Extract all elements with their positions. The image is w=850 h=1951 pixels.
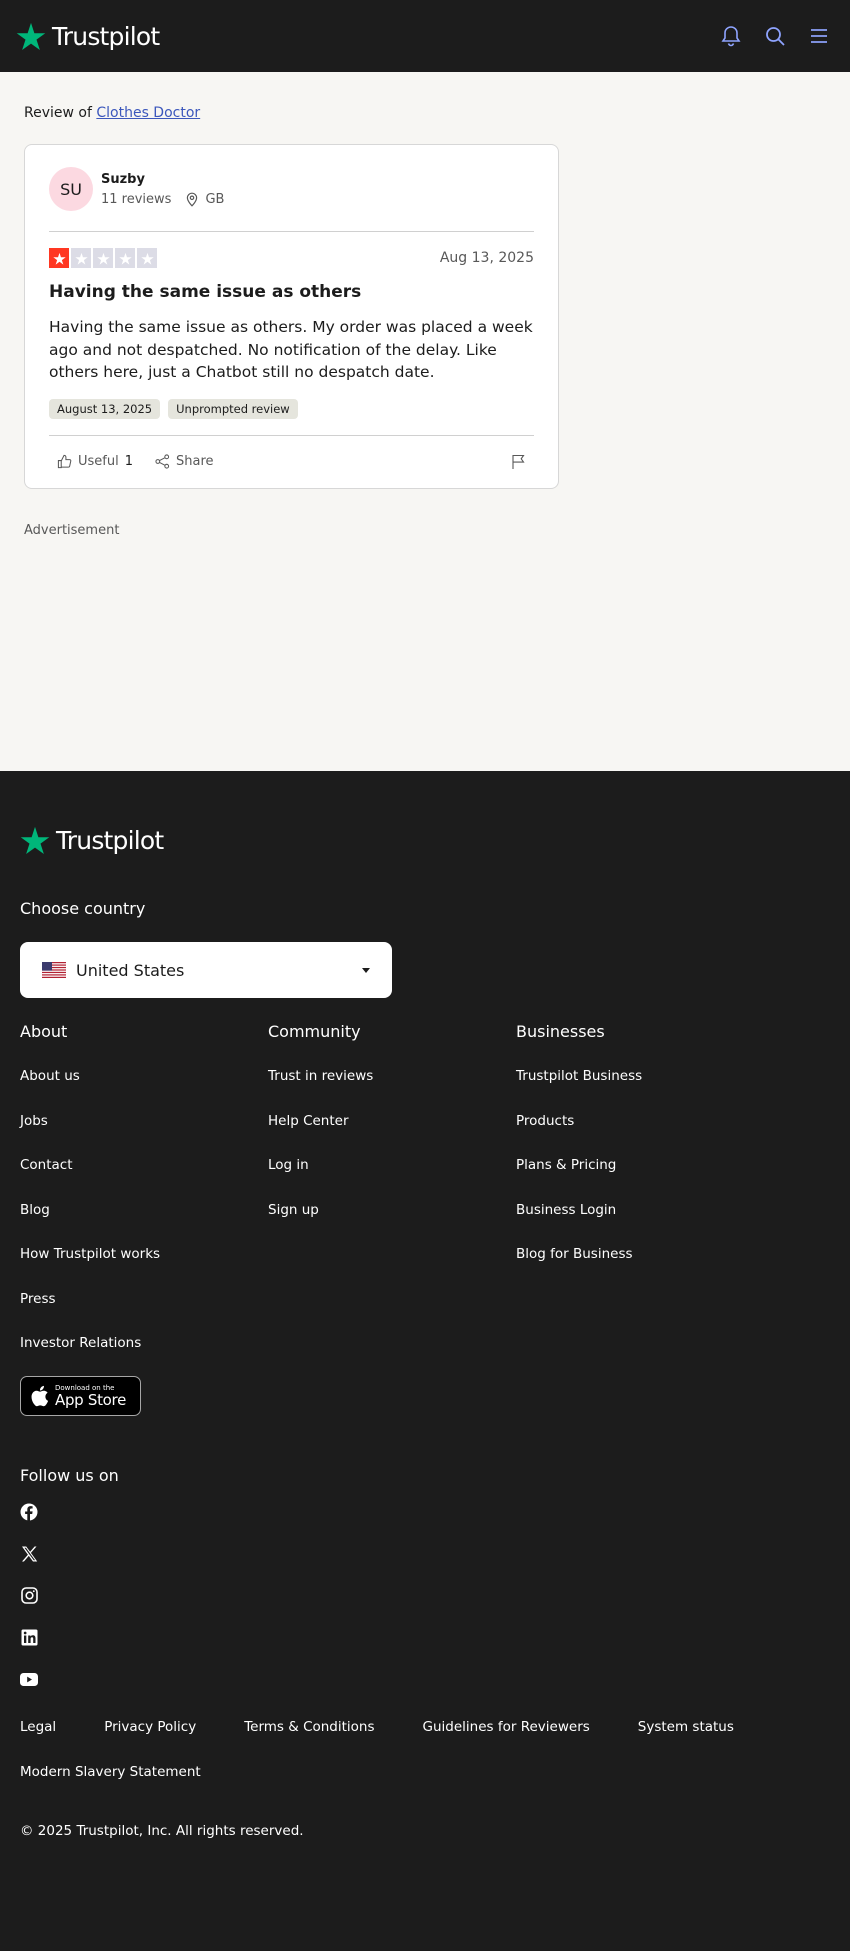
share-label: Share bbox=[176, 454, 214, 469]
footer-link-contact[interactable]: Contact bbox=[20, 1157, 268, 1202]
trustpilot-star-icon bbox=[20, 826, 50, 854]
review-of-line: Review of Clothes Doctor bbox=[24, 104, 826, 122]
chevron-down-icon bbox=[362, 968, 370, 973]
review-title[interactable]: Having the same issue as others bbox=[49, 282, 534, 302]
footer-link-jobs[interactable]: Jobs bbox=[20, 1113, 268, 1158]
business-link[interactable]: Clothes Doctor bbox=[96, 105, 200, 121]
footer-link-trustpilot-business[interactable]: Trustpilot Business bbox=[516, 1068, 764, 1113]
logo-wordmark: Trustpilot bbox=[52, 21, 160, 51]
footer-link-blog-for-business[interactable]: Blog for Business bbox=[516, 1246, 764, 1291]
footer-link-terms-conditions[interactable]: Terms & Conditions bbox=[244, 1719, 374, 1736]
footer-link-products[interactable]: Products bbox=[516, 1113, 764, 1158]
rating-star-icon bbox=[71, 248, 91, 268]
about-column: About About us Jobs Contact Blog How Tru… bbox=[20, 1022, 268, 1380]
share-icon bbox=[155, 454, 170, 469]
share-button[interactable]: Share bbox=[155, 454, 214, 469]
footer: Trustpilot Choose country United States … bbox=[0, 771, 850, 1951]
avatar[interactable]: SU bbox=[49, 167, 93, 211]
trustpilot-logo[interactable]: Trustpilot bbox=[16, 21, 160, 51]
choose-country-label: Choose country bbox=[20, 899, 146, 918]
footer-link-sign-up[interactable]: Sign up bbox=[268, 1202, 516, 1247]
footer-link-trust-in-reviews[interactable]: Trust in reviews bbox=[268, 1068, 516, 1113]
rating-star-icon bbox=[115, 248, 135, 268]
footer-link-how-trustpilot-works[interactable]: How Trustpilot works bbox=[20, 1246, 268, 1291]
consumer-name[interactable]: Suzby bbox=[101, 172, 224, 187]
footer-link-help-center[interactable]: Help Center bbox=[268, 1113, 516, 1158]
footer-link-plans-pricing[interactable]: Plans & Pricing bbox=[516, 1157, 764, 1202]
review-date: Aug 13, 2025 bbox=[439, 250, 534, 266]
top-navigation-bar: Trustpilot bbox=[0, 0, 850, 72]
thumbs-up-icon bbox=[57, 454, 72, 469]
youtube-icon[interactable] bbox=[20, 1671, 38, 1689]
rating-star-icon bbox=[137, 248, 157, 268]
footer-logo-wordmark: Trustpilot bbox=[56, 825, 164, 855]
consumer-info[interactable]: SU Suzby 11 reviews GB bbox=[49, 167, 534, 232]
consumer-review-count: 11 reviews bbox=[101, 191, 172, 207]
rating-star-icon bbox=[93, 248, 113, 268]
footer-link-legal[interactable]: Legal bbox=[20, 1719, 56, 1736]
country-select[interactable]: United States bbox=[20, 942, 392, 998]
footer-link-investor-relations[interactable]: Investor Relations bbox=[20, 1335, 268, 1380]
footer-link-business-login[interactable]: Business Login bbox=[516, 1202, 764, 1247]
linkedin-icon[interactable] bbox=[20, 1629, 38, 1647]
footer-link-press[interactable]: Press bbox=[20, 1291, 268, 1336]
useful-button[interactable]: Useful 1 bbox=[57, 454, 133, 469]
location-pin-icon bbox=[187, 192, 198, 207]
selected-country: United States bbox=[76, 960, 185, 980]
star-rating bbox=[49, 248, 157, 268]
businesses-column: Businesses Trustpilot Business Products … bbox=[516, 1022, 764, 1380]
footer-link-guidelines-for-reviewers[interactable]: Guidelines for Reviewers bbox=[423, 1719, 590, 1736]
x-icon[interactable] bbox=[20, 1545, 38, 1563]
apple-icon bbox=[31, 1385, 49, 1406]
useful-count: 1 bbox=[124, 454, 133, 469]
about-heading: About bbox=[20, 1022, 68, 1041]
copyright: © 2025 Trustpilot, Inc. All rights reser… bbox=[20, 1822, 304, 1839]
businesses-heading: Businesses bbox=[516, 1022, 605, 1041]
legal-links: Legal Privacy Policy Terms & Conditions … bbox=[20, 1719, 830, 1781]
main-content: Review of Clothes Doctor SU Suzby 11 rev… bbox=[0, 72, 850, 771]
us-flag-icon bbox=[42, 962, 66, 978]
footer-link-blog[interactable]: Blog bbox=[20, 1202, 268, 1247]
unprompted-review-badge[interactable]: Unprompted review bbox=[168, 398, 298, 419]
advertisement-label: Advertisement bbox=[24, 522, 120, 538]
rating-star-icon bbox=[49, 248, 69, 268]
community-heading: Community bbox=[268, 1022, 361, 1041]
report-button[interactable] bbox=[511, 454, 526, 470]
footer-link-about-us[interactable]: About us bbox=[20, 1068, 268, 1113]
date-of-experience-badge: August 13, 2025 bbox=[49, 398, 161, 419]
app-store-button[interactable]: Download on the App Store bbox=[20, 1375, 141, 1416]
follow-us-label: Follow us on bbox=[20, 1465, 119, 1485]
review-body: Having the same issue as others. My orde… bbox=[49, 318, 533, 381]
footer-link-modern-slavery-statement[interactable]: Modern Slavery Statement bbox=[20, 1764, 201, 1781]
app-store-big-text: App Store bbox=[55, 1390, 127, 1409]
review-of-prefix: Review of bbox=[24, 105, 92, 121]
facebook-icon[interactable] bbox=[20, 1503, 38, 1521]
bell-icon[interactable] bbox=[720, 25, 742, 47]
menu-icon[interactable] bbox=[808, 25, 830, 47]
footer-link-privacy-policy[interactable]: Privacy Policy bbox=[104, 1719, 196, 1736]
social-links bbox=[20, 1503, 830, 1689]
footer-logo[interactable]: Trustpilot bbox=[20, 825, 830, 855]
search-icon[interactable] bbox=[764, 25, 786, 47]
footer-link-system-status[interactable]: System status bbox=[638, 1719, 734, 1736]
trustpilot-star-icon bbox=[16, 22, 46, 50]
useful-label: Useful bbox=[78, 454, 119, 469]
consumer-country: GB bbox=[205, 191, 225, 207]
flag-icon bbox=[512, 454, 525, 469]
footer-link-log-in[interactable]: Log in bbox=[268, 1157, 516, 1202]
review-card: SU Suzby 11 reviews GB Aug 13, 2025 Havi… bbox=[24, 144, 559, 489]
instagram-icon[interactable] bbox=[20, 1587, 38, 1605]
community-column: Community Trust in reviews Help Center L… bbox=[268, 1022, 516, 1380]
